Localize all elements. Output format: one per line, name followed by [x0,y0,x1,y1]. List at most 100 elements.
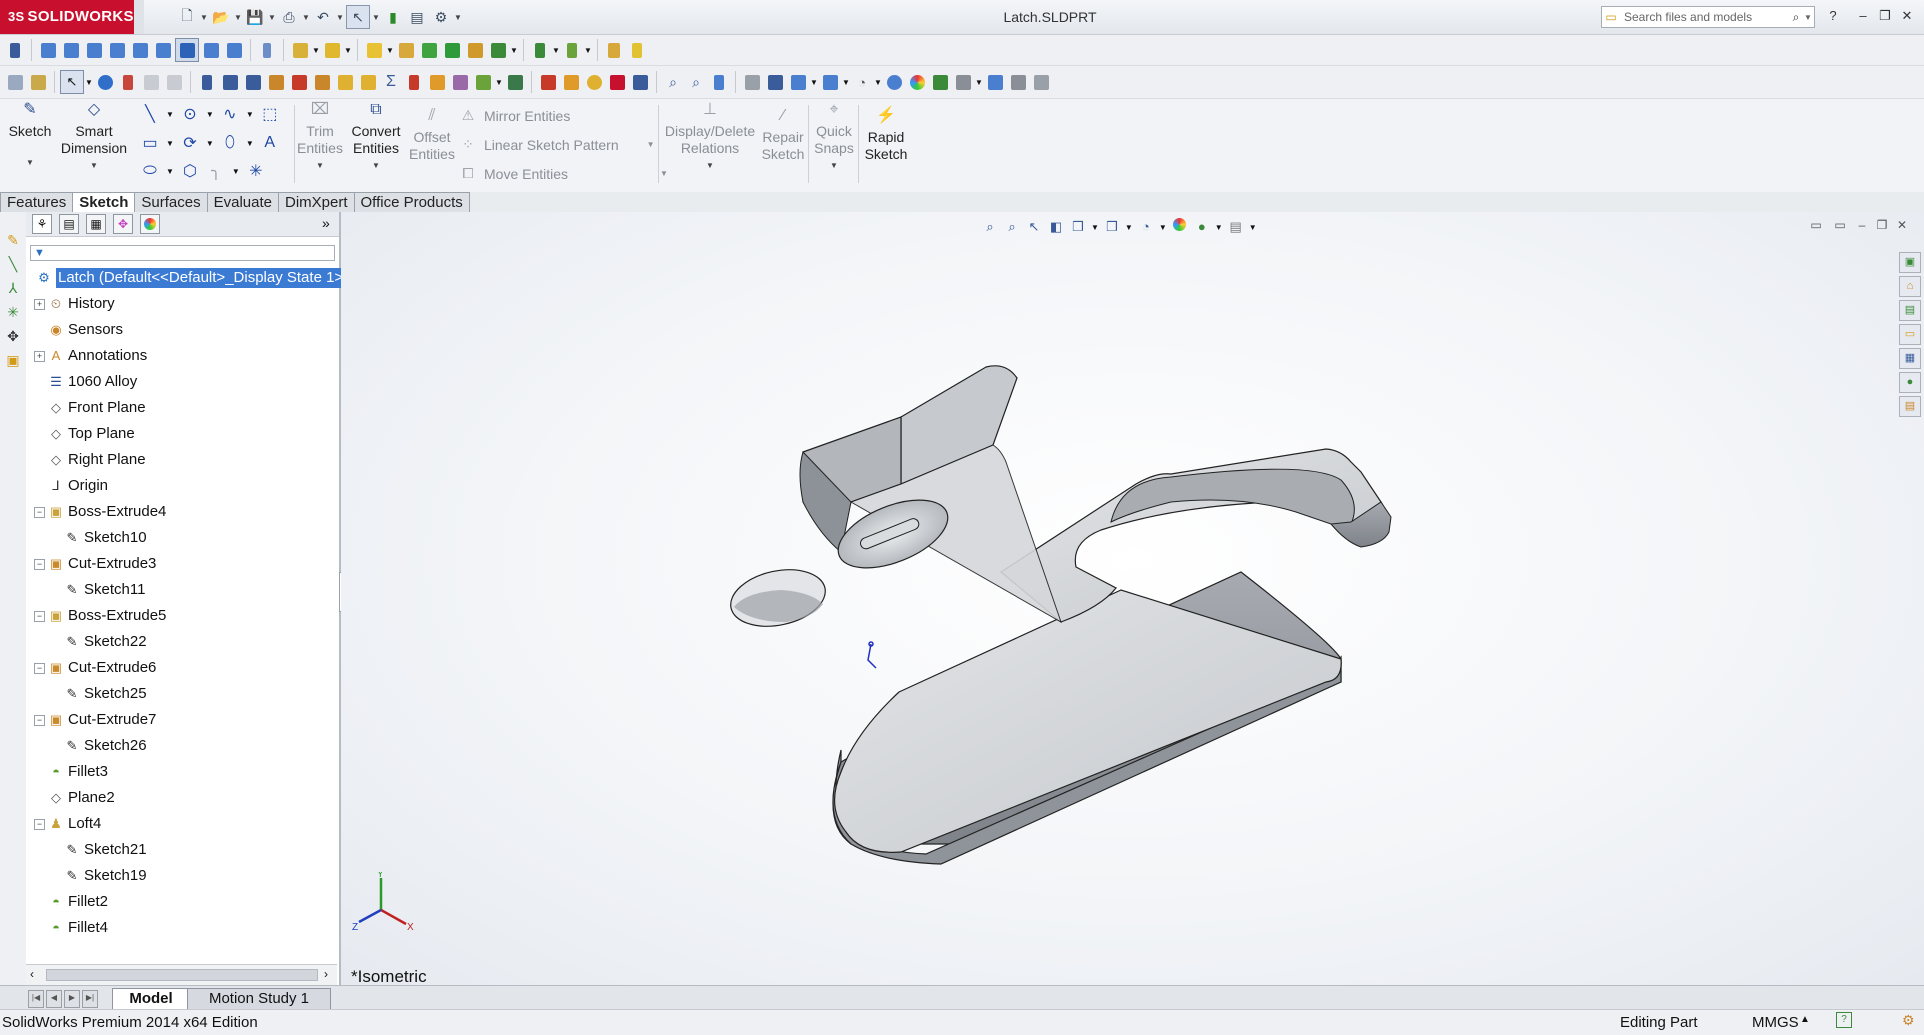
chevron-down-icon[interactable]: ▼ [975,71,983,93]
next-tab-icon[interactable]: ▶ [64,990,80,1008]
tree-item[interactable]: ◇ Top Plane [26,421,339,447]
tree-item[interactable]: − ▣ Cut-Extrude6 [26,655,339,681]
chevron-down-icon[interactable]: ▼ [206,139,214,148]
tree-item[interactable]: ✎ Sketch25 [26,681,339,707]
chevron-down-icon[interactable]: ▼ [510,39,518,61]
new-part-icon[interactable] [321,39,343,61]
tree-item[interactable]: ◇ Front Plane [26,395,339,421]
collapse-icon[interactable]: − [34,663,45,674]
measure-icon[interactable] [219,71,241,93]
chevron-down-icon[interactable]: ▼ [234,6,242,28]
repair-sketch-button[interactable]: ⁄ Repair Sketch [760,107,806,163]
save-icon[interactable]: 💾 [244,6,266,28]
zoom-to-fit-icon[interactable]: ⌕ [662,71,684,93]
tree-item[interactable]: ◇ Right Plane [26,447,339,473]
chevron-down-icon[interactable]: ▼ [495,71,503,93]
chevron-down-icon[interactable]: ▼ [552,39,560,61]
scroll-right-icon[interactable]: › [324,967,328,981]
feature-tree-icon[interactable]: ⚘ [32,214,52,234]
sensor-icon[interactable] [288,71,310,93]
chevron-down-icon[interactable]: ▼ [166,110,174,119]
chevron-down-icon[interactable]: ▼ [312,39,320,61]
view-right-icon[interactable] [106,39,128,61]
chevron-down-icon[interactable]: ▼ [344,39,352,61]
chevron-down-icon[interactable]: ▼ [372,6,380,28]
search-icon[interactable]: ⌕ [1788,10,1804,25]
search-box[interactable]: ▭ Search files and models ⌕ ▼ [1601,6,1815,28]
sketch-grid-icon[interactable] [4,71,26,93]
undercut-icon[interactable] [449,71,471,93]
chevron-down-icon[interactable]: ▼ [302,6,310,28]
list-icon[interactable] [117,71,139,93]
tab-model[interactable]: Model [112,988,190,1010]
configuration-manager-icon[interactable]: ▦ [86,214,106,234]
expand-icon[interactable]: + [34,351,45,362]
file-properties-icon[interactable]: ▤ [406,6,428,28]
menu-flyout-arrow[interactable] [134,0,144,34]
chevron-down-icon[interactable]: ▼ [842,71,850,93]
chevron-down-icon[interactable]: ▼ [8,154,52,171]
chevron-down-icon[interactable]: ▼ [660,157,760,174]
interference-icon[interactable] [403,71,425,93]
chevron-down-icon[interactable]: ▼ [85,71,93,93]
chevron-up-icon[interactable]: ▲ [1800,1014,1810,1025]
collapse-icon[interactable]: − [34,611,45,622]
chevron-down-icon[interactable]: ▼ [454,6,462,28]
boundary-icon[interactable] [464,39,486,61]
dynamic-annotation-icon[interactable] [764,71,786,93]
mirror-entities-button[interactable]: ⚠ Mirror Entities [460,107,571,124]
linear-sketch-pattern-button[interactable]: ⁘ Linear Sketch Pattern ▼ [460,136,654,153]
mass-properties-icon[interactable] [242,71,264,93]
edit-appearance-icon[interactable] [906,71,928,93]
spell-check-icon[interactable] [196,71,218,93]
view-back-icon[interactable] [60,39,82,61]
loft-icon[interactable] [441,39,463,61]
realview-icon[interactable] [1007,71,1029,93]
paste-icon[interactable] [163,71,185,93]
chevron-down-icon[interactable]: ▼ [1804,13,1814,22]
normal-to-icon[interactable] [256,39,278,61]
chevron-down-icon[interactable]: ▼ [296,157,344,174]
rebuild-status-icon[interactable]: ⚙ [1902,1012,1915,1029]
line-icon[interactable]: ╲ [140,104,160,124]
draft-analysis-icon[interactable] [426,71,448,93]
view-settings-icon[interactable] [952,71,974,93]
rapid-sketch-button[interactable]: ⚡ Rapid Sketch [862,107,910,163]
tree-item[interactable]: − ▣ Cut-Extrude3 [26,551,339,577]
sketch-picture-icon[interactable] [27,71,49,93]
trim-entities-button[interactable]: ⌧ Trim Entities ▼ [296,101,344,174]
chevron-down-icon[interactable]: ▼ [268,6,276,28]
tree-horizontal-scrollbar[interactable]: ‹ › [26,964,337,985]
tree-item[interactable]: − ♟ Loft4 [26,811,339,837]
move-entities-button[interactable]: ⧠ Move Entities ▼ [460,165,668,182]
chevron-down-icon[interactable]: ▼ [166,167,174,176]
tree-item[interactable]: ✎ Sketch10 [26,525,339,551]
slot-icon[interactable]: ⬭ [140,161,160,181]
chevron-down-icon[interactable]: ▼ [874,71,882,93]
tree-item[interactable]: − ▣ Boss-Extrude4 [26,499,339,525]
graphics-area[interactable]: ⌕ ⌕ ↖ ◧ ❒ ▼ ❒ ▼ ◔ ▼ ● ▼ ▤ ▼ ▭ ▭ – ❐ ✕ ▣ ⌂ ▤ ▭… [341,212,1924,986]
chevron-down-icon[interactable]: ▼ [584,39,592,61]
last-tab-icon[interactable]: ▶| [82,990,98,1008]
cameras-icon[interactable] [984,71,1006,93]
sketch-fillet-icon[interactable]: ⬚ [260,104,280,124]
tree-item[interactable]: ✎ Sketch21 [26,837,339,863]
chevron-down-icon[interactable]: ▼ [246,139,254,148]
check-icon[interactable] [334,71,356,93]
tab-features[interactable]: Features [0,192,74,212]
tree-root-item[interactable]: ⚙ Latch (Default<<Default>_Display State … [26,265,351,291]
tree-item[interactable]: ✎ Sketch26 [26,733,339,759]
smart-dimension-button[interactable]: ◇ Smart Dimension ▼ [58,101,130,174]
arc-icon[interactable]: ⟳ [180,133,200,153]
mold-tools-icon[interactable] [626,39,648,61]
tree-item[interactable]: + ⏲ History [26,291,339,317]
chevron-down-icon[interactable]: ▼ [58,157,130,174]
view-left-icon[interactable] [83,39,105,61]
copy-icon[interactable] [140,71,162,93]
sketch-chamfer-icon[interactable]: ╮ [206,161,226,181]
convert-entities-button[interactable]: ⧉ Convert Entities ▼ [346,101,406,174]
tree-item[interactable]: ✎ Sketch11 [26,577,339,603]
reference-geometry-icon[interactable] [529,39,551,61]
solidworks-logo[interactable]: 3S SOLIDWORKS [0,0,134,34]
sketch-button[interactable]: ✎ Sketch ▼ [8,101,52,171]
